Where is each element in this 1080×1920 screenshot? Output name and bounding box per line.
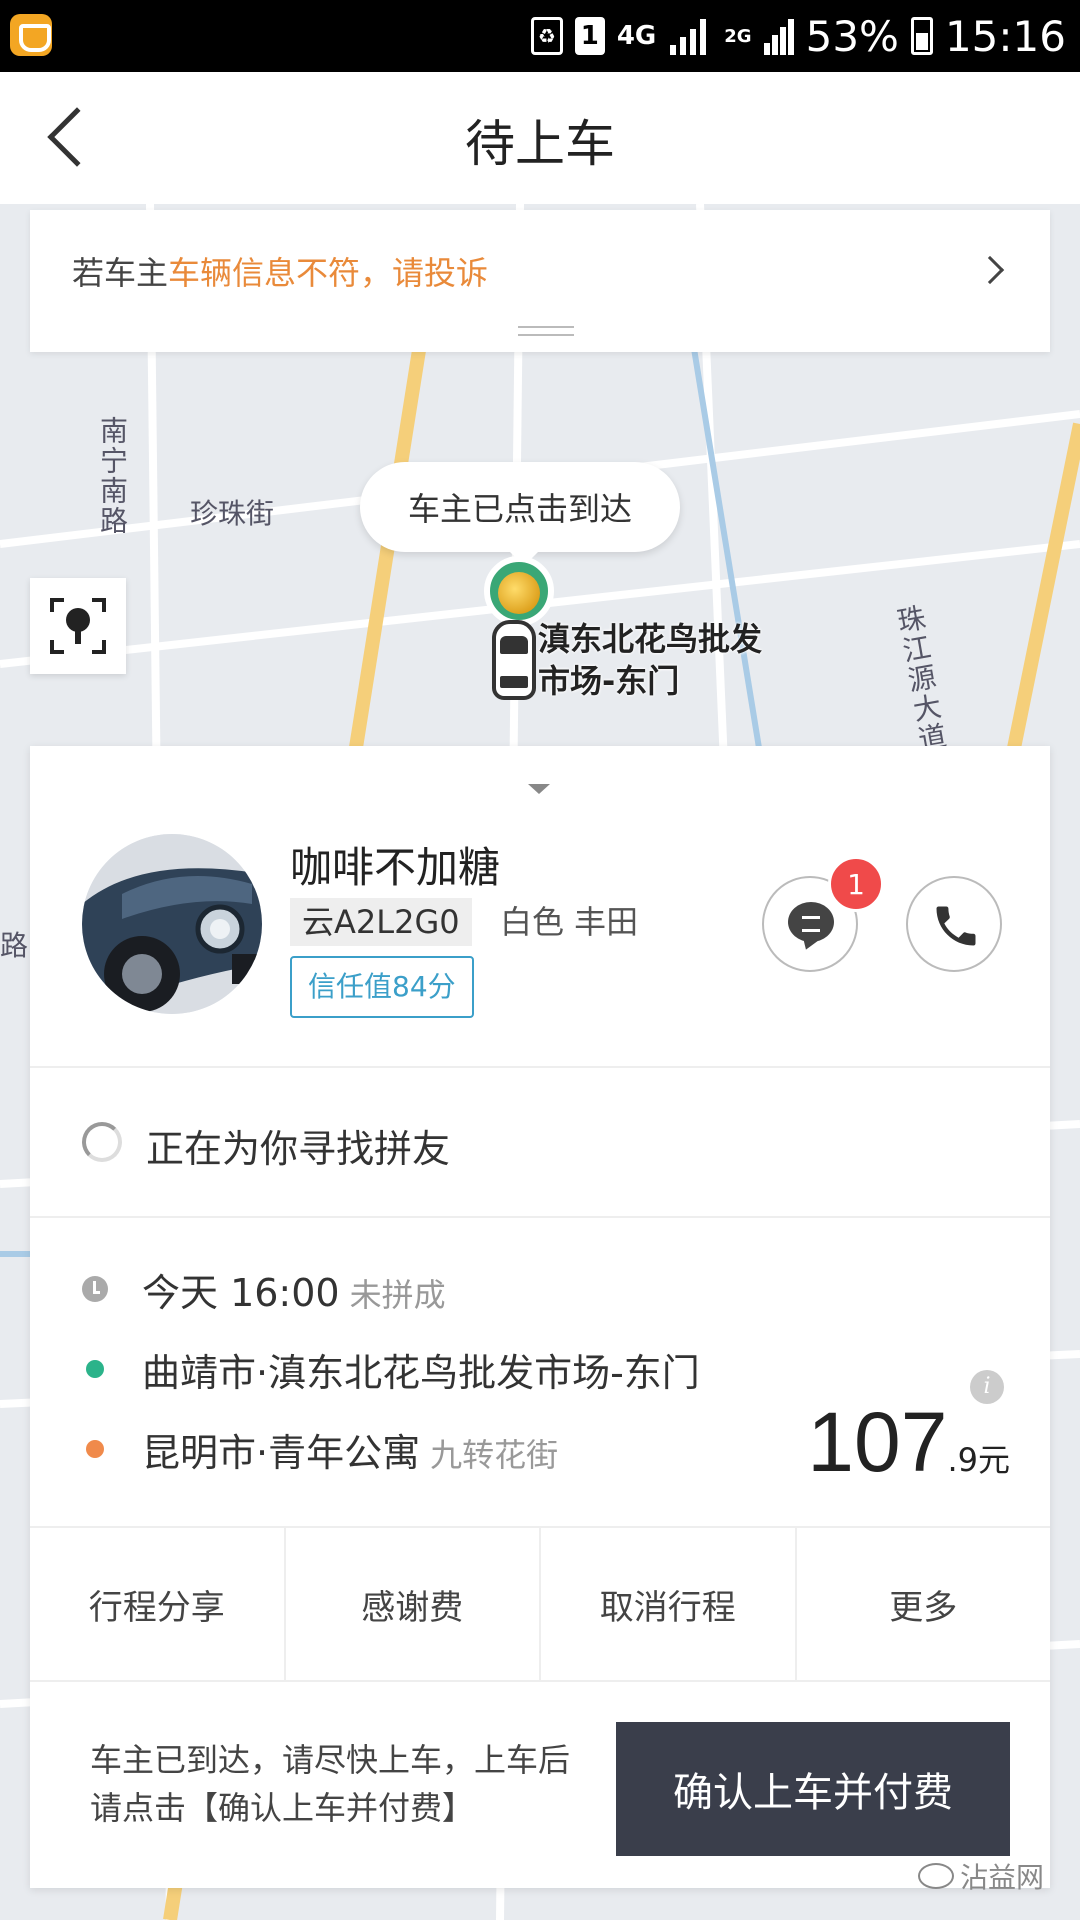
departure-time: 今天 16:00 [142, 1271, 340, 1315]
carpool-search-text: 正在为你寻找拼友 [146, 1127, 451, 1171]
watermark: 沾益网 [917, 1856, 1044, 1896]
status-icons: ♻ 1 4G 2G 53% 15:16 [530, 8, 1066, 64]
network-2g-icon: 2G [724, 25, 752, 47]
fare-integer: 107 [807, 1395, 948, 1489]
call-button[interactable] [906, 876, 1002, 972]
origin-address: 曲靖市·滇东北花鸟批发市场-东门 [142, 1351, 700, 1395]
pickup-pin-icon [484, 556, 554, 626]
page-title: 待上车 [465, 115, 615, 173]
carpool-status: 未拼成 [349, 1276, 446, 1314]
car-icon [492, 620, 536, 700]
status-bar: ♻ 1 4G 2G 53% 15:16 [0, 0, 1080, 72]
driver-avatar[interactable] [82, 834, 262, 1014]
clock-time: 15:16 [944, 11, 1066, 61]
license-plate: 云A2L2G0 [290, 898, 472, 946]
driver-arrived-bubble: 车主已点击到达 [360, 462, 680, 566]
wechat-icon [917, 1863, 954, 1889]
confirm-board-pay-button[interactable]: 确认上车并付费 [616, 1722, 1010, 1856]
loading-spinner-icon [82, 1122, 122, 1162]
road-label-nanning: 南宁南路 [96, 416, 129, 536]
driver-name: 咖啡不加糖 [290, 843, 501, 892]
car-description: 白色 丰田 [500, 903, 639, 941]
top-nav-bar: 待上车 [0, 72, 1080, 204]
trip-details: 今天 16:00 未拼成 曲靖市·滇东北花鸟批发市场-东门 昆明市·青年公寓 九转花… [30, 1218, 1050, 1528]
carpool-search-row: 正在为你寻找拼友 [30, 1066, 1050, 1216]
fare-amount[interactable]: 107.9元 [807, 1394, 1010, 1491]
chevron-right-icon [975, 255, 1005, 285]
car-photo [82, 834, 262, 1014]
trip-card: 咖啡不加糖 云A2L2G0 白色 丰田 信任值84分 1 正在为你寻找拼友 今天… [30, 746, 1050, 1888]
signal-icon [668, 17, 712, 55]
complaint-bar[interactable]: 若车主车辆信息不符，请投诉 [30, 210, 1050, 352]
cancel-trip-button[interactable]: 取消行程 [541, 1528, 797, 1680]
origin-dot-icon [86, 1360, 104, 1378]
recenter-location-button[interactable] [30, 578, 126, 674]
complaint-text: 若车主车辆信息不符，请投诉 [72, 254, 489, 292]
recycle-icon: ♻ [530, 17, 563, 55]
didi-app-icon [10, 14, 52, 56]
signal-2-icon [763, 17, 794, 55]
destination-detail: 九转花街 [430, 1436, 559, 1474]
sim-icon: 1 [574, 17, 605, 55]
road-label-edge: 路 [0, 929, 29, 962]
chat-icon [788, 902, 834, 942]
more-button[interactable]: 更多 [797, 1528, 1051, 1680]
drag-handle-icon[interactable] [518, 326, 574, 336]
thanks-fee-button[interactable]: 感谢费 [286, 1528, 541, 1680]
driver-info: 咖啡不加糖 云A2L2G0 白色 丰田 信任值84分 1 [30, 746, 1050, 1066]
unread-badge: 1 [828, 856, 884, 912]
battery-icon [910, 17, 933, 55]
network-4g-icon: 4G [616, 21, 657, 51]
share-trip-button[interactable]: 行程分享 [30, 1528, 286, 1680]
battery-percent: 53% [805, 11, 899, 61]
bottom-confirm-section: 车主已到达，请尽快上车，上车后请点击【确认上车并付费】 确认上车并付费 [30, 1682, 1050, 1888]
phone-icon [936, 906, 976, 946]
pickup-place-label: 滇东北花鸟批发市场-东门 [538, 620, 763, 700]
destination-address: 昆明市·青年公寓 [142, 1431, 421, 1475]
fare-decimal: .9元 [947, 1441, 1010, 1479]
clock-icon [82, 1276, 108, 1302]
action-bar: 行程分享 感谢费 取消行程 更多 [30, 1528, 1050, 1680]
boarding-hint: 车主已到达，请尽快上车，上车后请点击【确认上车并付费】 [90, 1741, 571, 1827]
destination-dot-icon [86, 1440, 104, 1458]
complaint-link[interactable]: 车辆信息不符，请投诉 [168, 254, 488, 292]
road-label-zhenzhu: 珍珠街 [190, 497, 275, 530]
trust-score-badge[interactable]: 信任值84分 [290, 956, 474, 1018]
location-target-icon [50, 598, 106, 654]
